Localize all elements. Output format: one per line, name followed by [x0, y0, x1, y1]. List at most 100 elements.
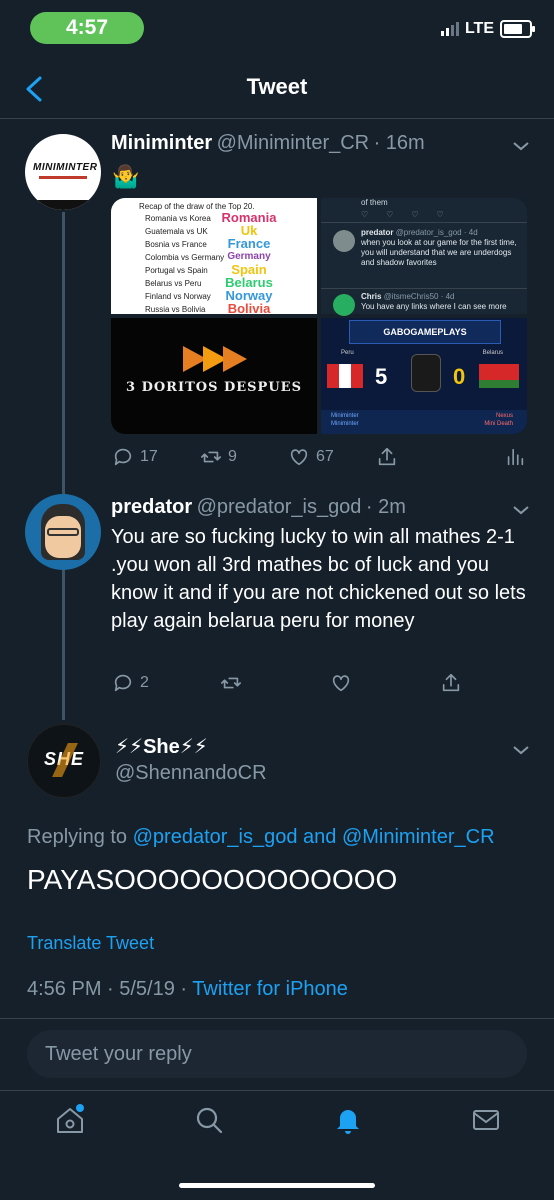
- embed-avatar: [333, 230, 355, 252]
- peru-flag: [327, 364, 363, 388]
- embed-user-2: Chris: [361, 292, 382, 301]
- media-embedded-tweets[interactable]: of them ♡♡♡♡ predator @predator_is_god ·…: [321, 198, 527, 316]
- analytics-icon: [507, 448, 524, 466]
- status-time: 4:57: [30, 12, 144, 44]
- score-left: 5: [375, 364, 388, 389]
- avatar-predator[interactable]: [25, 494, 101, 570]
- tweet-header: predator @predator_is_god · 2m: [111, 496, 406, 519]
- reply-count: 2: [140, 674, 149, 691]
- reply-icon: [114, 448, 132, 466]
- emoji-shrug: 🤷‍♂️: [112, 164, 140, 189]
- retweet-count: 9: [228, 448, 237, 465]
- avatar-logo-band: [25, 200, 101, 210]
- embed-handle: @predator_is_god · 4d: [395, 228, 478, 237]
- chevron-down-icon[interactable]: [512, 744, 530, 756]
- retweet-button[interactable]: [220, 672, 242, 694]
- reply-input[interactable]: Tweet your reply: [27, 1030, 527, 1078]
- tabbar-divider: [0, 1090, 554, 1091]
- replying-to: Replying to @predator_is_god and @Minimi…: [27, 826, 495, 849]
- embed-divider-2: [321, 288, 527, 289]
- embed-actions: ♡♡♡♡: [361, 210, 462, 219]
- recap-country: Bolivia: [227, 301, 271, 316]
- recap-countries: Romania Uk France Germany Spain Belarus …: [211, 211, 287, 315]
- avatar-face: [45, 516, 81, 558]
- recap-country: France: [227, 236, 271, 251]
- battery-icon: [500, 20, 535, 38]
- home-icon[interactable]: [54, 1104, 86, 1136]
- tweet-timestamp: 4:56 PM · 5/5/19 ·: [27, 978, 188, 1000]
- embed-tweet-1: predator @predator_is_god · 4d when you …: [361, 228, 521, 268]
- header-divider: [0, 118, 554, 119]
- network-label: LTE: [464, 20, 494, 37]
- retweet-icon: [201, 451, 221, 463]
- share-icon: [378, 447, 396, 466]
- author-handle[interactable]: @ShennandoCR: [115, 762, 267, 785]
- focused-tweet-text: PAYASOOOOOOOOOOOOO: [27, 864, 398, 895]
- author-handle[interactable]: @Miniminter_CR: [217, 132, 370, 154]
- embed-handle-2: @itsmeChris50 · 4d: [383, 292, 455, 301]
- reply-button[interactable]: 17: [112, 446, 158, 468]
- page-title: Tweet: [246, 74, 308, 99]
- avatar-she[interactable]: SHE: [27, 724, 101, 798]
- avatar-glasses: [47, 528, 79, 536]
- author-name[interactable]: predator: [111, 496, 192, 518]
- media-doritos-image[interactable]: 3 DORITOS DESPUES: [111, 318, 317, 434]
- tweet-time: · 2m: [365, 496, 406, 518]
- translate-tweet-link[interactable]: Translate Tweet: [27, 933, 154, 954]
- author-handle[interactable]: @predator_is_god: [197, 496, 362, 518]
- embed-tweet-2: Chris @itsmeChris50 · 4d You have any li…: [361, 292, 521, 312]
- embed-user: predator: [361, 228, 394, 237]
- tweet-text: You are so fucking lucky to win all math…: [111, 526, 526, 632]
- analytics-button[interactable]: [504, 446, 526, 468]
- doritos-chips-icon: [183, 346, 247, 372]
- reply-count: 17: [140, 448, 158, 465]
- score-player: Miniminter: [331, 413, 359, 419]
- score-opponent: Mini Death: [484, 421, 513, 427]
- score-players-left: Miniminter Miniminter: [331, 412, 359, 428]
- tweet-time: · 16m: [373, 132, 425, 154]
- embed-avatar-2: [333, 294, 355, 316]
- share-button[interactable]: [440, 672, 462, 694]
- belarus-flag: [479, 364, 519, 388]
- avatar-miniminter[interactable]: MINIMINTER: [25, 134, 101, 210]
- embed-text: when you look at our game for the first …: [361, 238, 517, 267]
- home-indicator: [179, 1183, 375, 1188]
- share-button[interactable]: [376, 446, 398, 468]
- league-badge: [411, 354, 441, 392]
- tweet-media-grid[interactable]: Recap of the draw of the Top 20. Romania…: [111, 198, 527, 434]
- avatar-logo-stripe: [39, 176, 87, 179]
- score-right: 0: [453, 364, 466, 389]
- chevron-down-icon[interactable]: [512, 140, 530, 152]
- score-left-team: Peru: [341, 350, 354, 356]
- share-icon: [442, 673, 460, 692]
- score-players-right: Nexus Mini Death: [484, 412, 513, 428]
- like-button[interactable]: [330, 672, 352, 694]
- media-recap-image[interactable]: Recap of the draw of the Top 20. Romania…: [111, 198, 317, 315]
- reply-button[interactable]: 2: [112, 672, 149, 694]
- reply-icon: [114, 674, 132, 692]
- thread-line: [62, 212, 65, 720]
- replying-prefix: Replying to: [27, 826, 128, 848]
- replying-to-users[interactable]: @predator_is_god and @Miniminter_CR: [133, 826, 495, 848]
- search-icon[interactable]: [193, 1104, 225, 1136]
- messages-mail-icon[interactable]: [470, 1104, 502, 1136]
- author-name[interactable]: ⚡⚡She⚡⚡: [115, 734, 208, 759]
- embed-divider: [321, 222, 527, 223]
- like-count: 67: [316, 448, 334, 465]
- signal-icon: [440, 22, 459, 36]
- author-name[interactable]: Miniminter: [111, 132, 212, 154]
- score-right-team: Belarus: [482, 350, 503, 356]
- tweet-meta: 4:56 PM · 5/5/19 · Twitter for iPhone: [27, 978, 348, 1001]
- scoreboard-brand: GABOGAMEPLAYS: [349, 320, 501, 344]
- tweet-source[interactable]: Twitter for iPhone: [192, 978, 348, 1000]
- heart-icon: [290, 449, 308, 466]
- retweet-button[interactable]: 9: [200, 446, 237, 468]
- media-scoreboard[interactable]: GABOGAMEPLAYS Peru Belarus 5 0 Miniminte…: [321, 318, 527, 434]
- heart-icon: [332, 675, 350, 692]
- score-player: Miniminter: [331, 421, 359, 427]
- like-button[interactable]: 67: [288, 446, 334, 468]
- score-opponent: Nexus: [495, 413, 513, 419]
- notifications-bell-icon[interactable]: [332, 1104, 364, 1136]
- retweet-icon: [221, 677, 241, 689]
- chevron-down-icon[interactable]: [512, 504, 530, 516]
